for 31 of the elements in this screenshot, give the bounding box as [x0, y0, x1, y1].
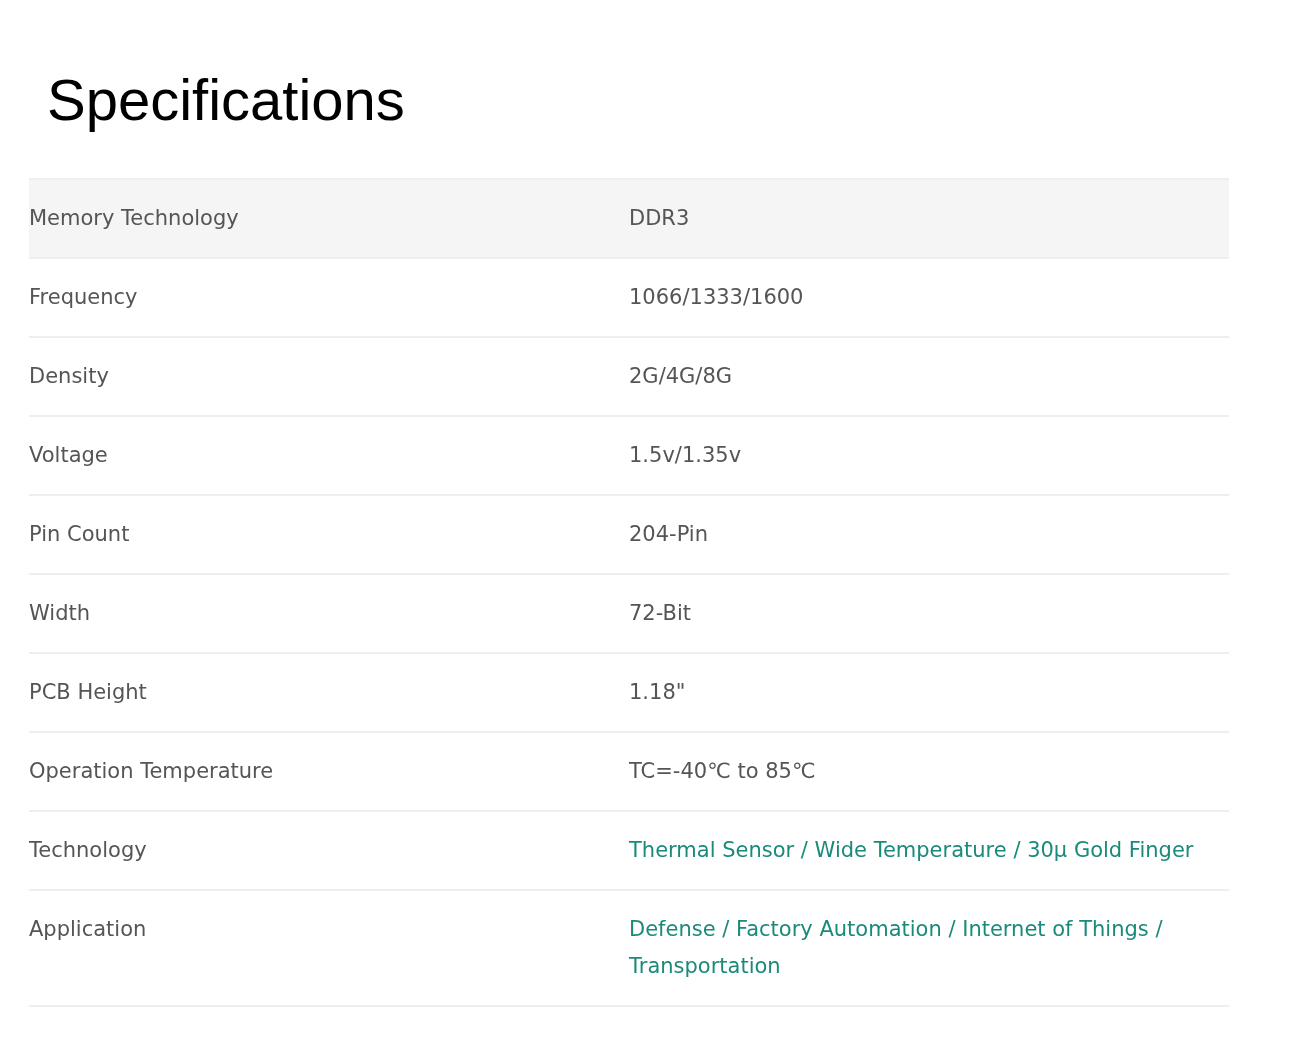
spec-value: 204-Pin: [629, 521, 709, 548]
spec-label: Application: [29, 916, 148, 943]
spec-value: 2G/4G/8G: [629, 363, 734, 390]
spec-label: Voltage: [29, 442, 109, 469]
spec-link[interactable]: Factory Automation: [736, 917, 942, 941]
spec-link[interactable]: Transportation: [629, 954, 781, 978]
separator-slash: /: [800, 838, 808, 862]
separator-slash: /: [1155, 917, 1163, 941]
separator-slash: /: [1013, 838, 1021, 862]
separator-slash: /: [948, 917, 956, 941]
spec-label: PCB Height: [29, 679, 148, 706]
spec-value: 1.18": [629, 679, 687, 706]
spec-link[interactable]: 30μ Gold Finger: [1027, 838, 1194, 862]
spec-label: Operation Temperature: [29, 758, 275, 785]
spec-label: Technology: [29, 837, 148, 864]
spec-label: Density: [29, 363, 110, 390]
spec-label: Frequency: [29, 284, 139, 311]
spec-label: Width: [29, 600, 91, 627]
spec-value: 72-Bit: [629, 600, 693, 627]
page-title: Specifications: [47, 66, 406, 134]
spec-link[interactable]: Defense: [629, 917, 716, 941]
spec-link[interactable]: Internet of Things: [962, 917, 1149, 941]
spec-link[interactable]: Wide Temperature: [814, 838, 1007, 862]
spec-label: Memory Technology: [29, 205, 240, 232]
spec-label: Pin Count: [29, 521, 131, 548]
spec-value: 1066/1333/1600: [629, 284, 805, 311]
spec-value: 1.5v/1.35v: [629, 442, 743, 469]
spec-value: TC=-40℃ to 85℃: [629, 758, 817, 785]
spec-value: DDR3: [629, 205, 691, 232]
separator-slash: /: [722, 917, 730, 941]
spec-link[interactable]: Thermal Sensor: [629, 838, 795, 862]
